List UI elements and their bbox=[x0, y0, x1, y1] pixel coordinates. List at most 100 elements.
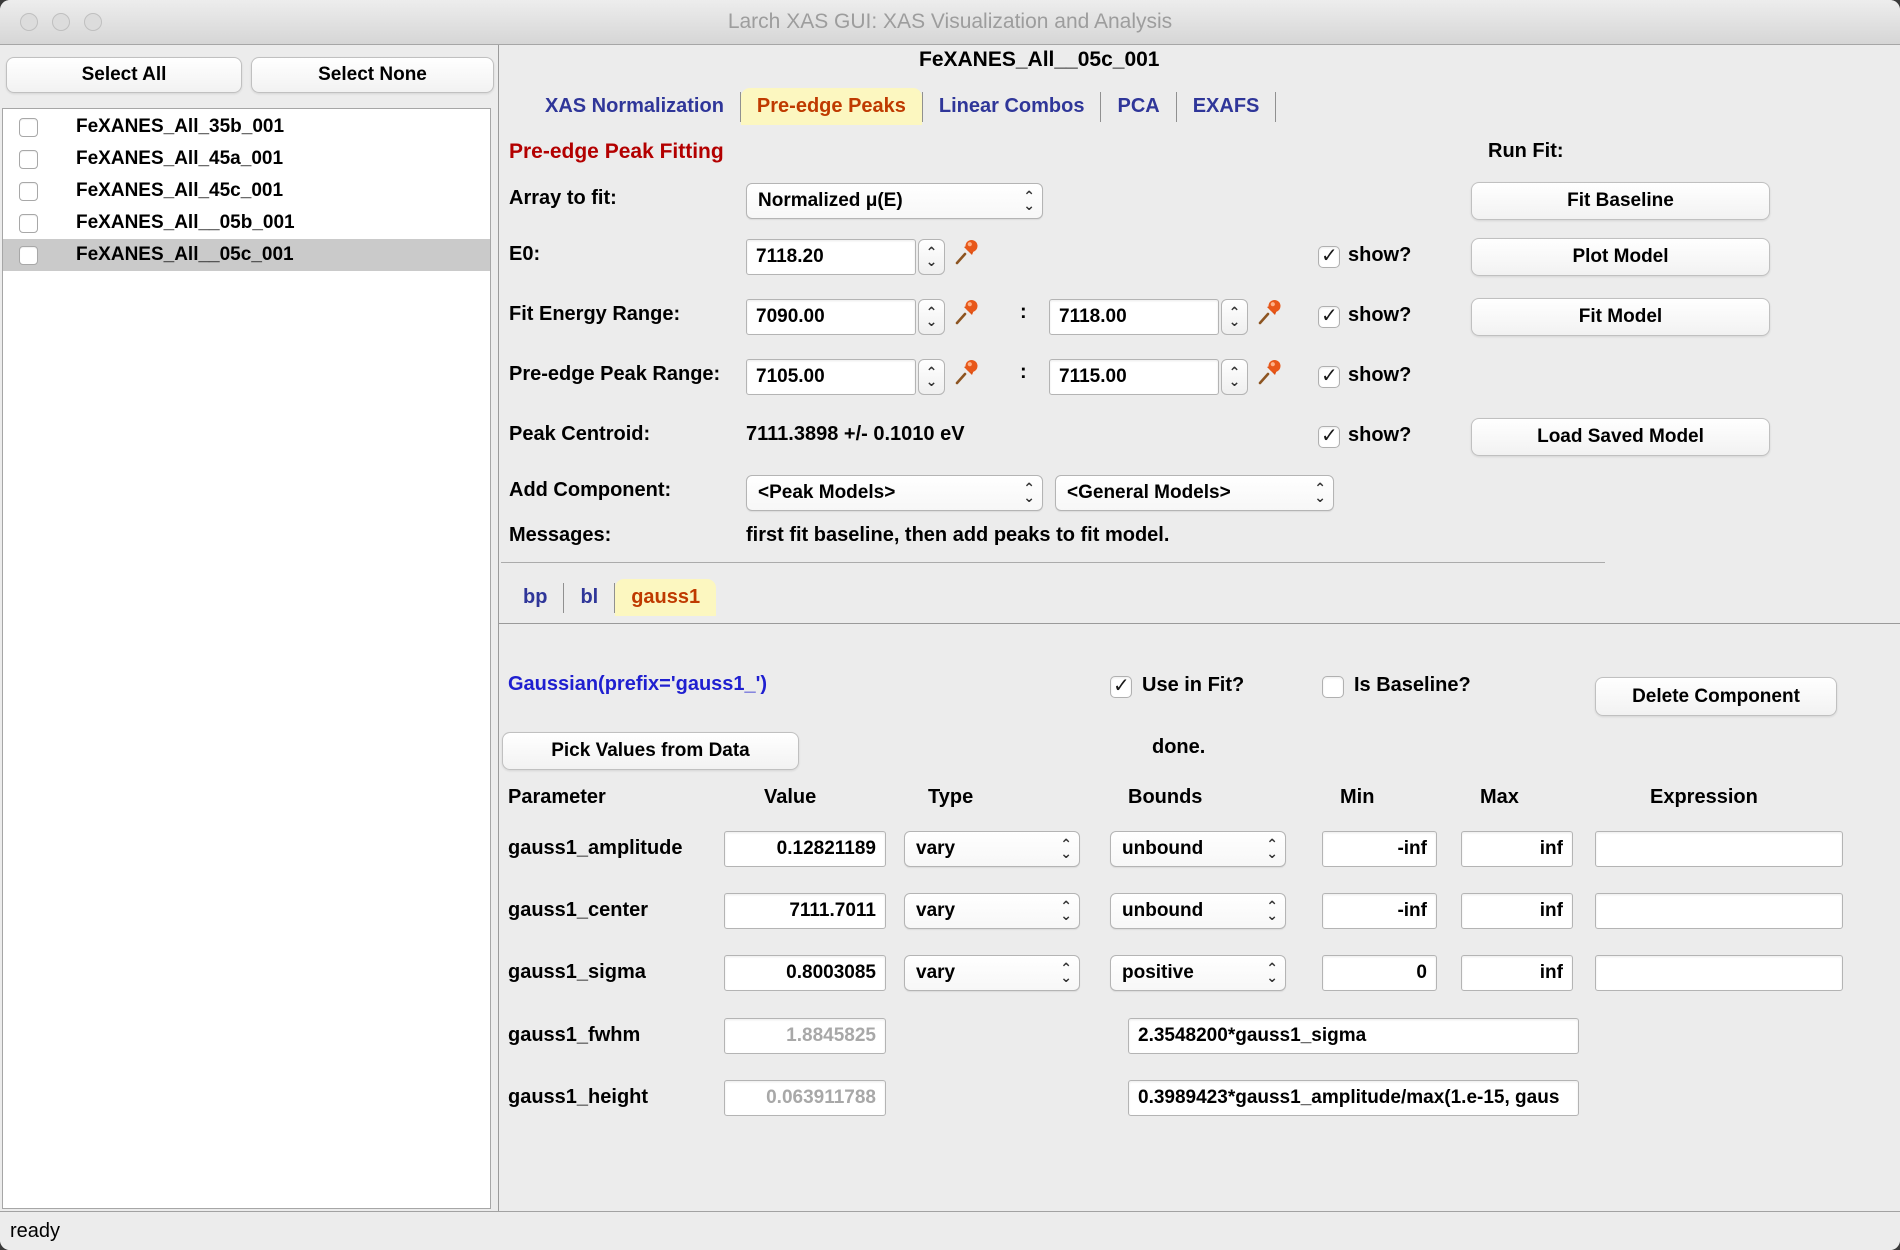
file-item[interactable]: FeXANES_All_35b_001 bbox=[3, 111, 490, 143]
file-checkbox[interactable] bbox=[19, 214, 38, 233]
sigma-expression-input[interactable] bbox=[1595, 955, 1843, 991]
pushpin-icon bbox=[1254, 296, 1286, 328]
fit-range-from-stepper[interactable]: ⌃⌄ bbox=[918, 299, 945, 335]
e0-stepper[interactable]: ⌃⌄ bbox=[918, 239, 945, 275]
height-expression-input[interactable]: 0.3989423*gauss1_amplitude/max(1.e-15, g… bbox=[1128, 1080, 1579, 1116]
show-label: show? bbox=[1348, 244, 1411, 267]
file-item[interactable]: FeXANES_All_45a_001 bbox=[3, 143, 490, 175]
file-item[interactable]: FeXANES_All__05b_001 bbox=[3, 207, 490, 239]
fit-range-from-input[interactable]: 7090.00 bbox=[746, 299, 916, 335]
section-title: Pre-edge Peak Fitting bbox=[509, 140, 724, 164]
peak-range-from-pin-button[interactable] bbox=[951, 356, 983, 388]
tab-xas-normalization[interactable]: XAS Normalization bbox=[529, 88, 740, 125]
file-checkbox[interactable] bbox=[19, 118, 38, 137]
select-none-button[interactable]: Select None bbox=[251, 57, 494, 93]
sigma-bounds-select[interactable]: positive ⌃⌄ bbox=[1110, 955, 1286, 991]
param-name: gauss1_height bbox=[508, 1086, 648, 1109]
use-in-fit-checkbox[interactable] bbox=[1110, 676, 1132, 698]
show-centroid-checkbox[interactable] bbox=[1318, 426, 1340, 448]
chevron-up-down-icon: ⌃⌄ bbox=[926, 368, 938, 386]
show-peak-range-checkbox[interactable] bbox=[1318, 366, 1340, 388]
peak-range-to-input[interactable]: 7115.00 bbox=[1049, 359, 1219, 395]
minimize-window-button[interactable] bbox=[52, 13, 70, 31]
selected-option: <Peak Models> bbox=[758, 482, 895, 504]
center-max-input[interactable]: inf bbox=[1461, 893, 1573, 929]
tab-pca[interactable]: PCA bbox=[1101, 88, 1175, 125]
button-label: Fit Model bbox=[1579, 306, 1662, 328]
show-fit-range-checkbox[interactable] bbox=[1318, 306, 1340, 328]
tab-pre-edge-peaks[interactable]: Pre-edge Peaks bbox=[741, 88, 922, 125]
peak-range-to-pin-button[interactable] bbox=[1254, 356, 1286, 388]
general-models-select[interactable]: <General Models> ⌃⌄ bbox=[1055, 475, 1334, 511]
file-checkbox[interactable] bbox=[19, 182, 38, 201]
sigma-max-input[interactable]: inf bbox=[1461, 955, 1573, 991]
tab-linear-combos[interactable]: Linear Combos bbox=[923, 88, 1101, 125]
file-checkbox[interactable] bbox=[19, 150, 38, 169]
centroid-value: 7111.3898 +/- 0.1010 eV bbox=[746, 423, 965, 446]
select-all-button[interactable]: Select All bbox=[6, 57, 242, 93]
fit-range-to-pin-button[interactable] bbox=[1254, 296, 1286, 328]
is-baseline-checkbox[interactable] bbox=[1322, 676, 1344, 698]
amplitude-min-input[interactable]: -inf bbox=[1322, 831, 1437, 867]
amplitude-max-input[interactable]: inf bbox=[1461, 831, 1573, 867]
center-min-input[interactable]: -inf bbox=[1322, 893, 1437, 929]
main-content: Select All Select None FeXANES_All_35b_0… bbox=[0, 45, 1900, 1211]
selected-option: vary bbox=[916, 900, 955, 922]
chevron-up-down-icon: ⌃⌄ bbox=[1060, 902, 1072, 920]
fit-range-to-stepper[interactable]: ⌃⌄ bbox=[1221, 299, 1248, 335]
subtab-bp[interactable]: bp bbox=[507, 579, 563, 616]
pick-values-button[interactable]: Pick Values from Data bbox=[502, 732, 799, 770]
load-saved-model-button[interactable]: Load Saved Model bbox=[1471, 418, 1770, 456]
delete-component-button[interactable]: Delete Component bbox=[1595, 677, 1837, 716]
close-window-button[interactable] bbox=[20, 13, 38, 31]
center-expression-input[interactable] bbox=[1595, 893, 1843, 929]
array-to-fit-select[interactable]: Normalized μ(E) ⌃⌄ bbox=[746, 183, 1043, 219]
amplitude-expression-input[interactable] bbox=[1595, 831, 1843, 867]
peak-range-to-stepper[interactable]: ⌃⌄ bbox=[1221, 359, 1248, 395]
chevron-up-down-icon: ⌃⌄ bbox=[1023, 192, 1035, 210]
fwhm-expression-input[interactable]: 2.3548200*gauss1_sigma bbox=[1128, 1018, 1579, 1054]
centroid-label: Peak Centroid: bbox=[509, 423, 650, 446]
file-checkbox[interactable] bbox=[19, 246, 38, 265]
amplitude-bounds-select[interactable]: unbound ⌃⌄ bbox=[1110, 831, 1286, 867]
button-label: Delete Component bbox=[1632, 686, 1800, 708]
button-label: Fit Baseline bbox=[1567, 190, 1674, 212]
plot-model-button[interactable]: Plot Model bbox=[1471, 238, 1770, 276]
file-name: FeXANES_All_45a_001 bbox=[76, 148, 283, 170]
center-bounds-select[interactable]: unbound ⌃⌄ bbox=[1110, 893, 1286, 929]
component-title: Gaussian(prefix='gauss1_') bbox=[508, 673, 767, 696]
e0-input[interactable]: 7118.20 bbox=[746, 239, 916, 275]
sigma-type-select[interactable]: vary ⌃⌄ bbox=[904, 955, 1080, 991]
file-panel: Select All Select None FeXANES_All_35b_0… bbox=[0, 45, 499, 1211]
sigma-min-input[interactable]: 0 bbox=[1322, 955, 1437, 991]
current-file-title: FeXANES_All__05c_001 bbox=[919, 48, 1160, 72]
zoom-window-button[interactable] bbox=[84, 13, 102, 31]
chevron-up-down-icon: ⌃⌄ bbox=[1266, 902, 1278, 920]
param-name: gauss1_center bbox=[508, 899, 648, 922]
center-value-input[interactable]: 7111.7011 bbox=[724, 893, 886, 929]
fit-model-button[interactable]: Fit Model bbox=[1471, 298, 1770, 336]
amplitude-value-input[interactable]: 0.12821189 bbox=[724, 831, 886, 867]
e0-pin-button[interactable] bbox=[951, 236, 983, 268]
show-e0-checkbox[interactable] bbox=[1318, 246, 1340, 268]
subtab-bl[interactable]: bl bbox=[564, 579, 614, 616]
peak-range-from-stepper[interactable]: ⌃⌄ bbox=[918, 359, 945, 395]
param-name: gauss1_sigma bbox=[508, 961, 646, 984]
peak-range-from-input[interactable]: 7105.00 bbox=[746, 359, 916, 395]
tab-exafs[interactable]: EXAFS bbox=[1177, 88, 1276, 125]
fit-baseline-button[interactable]: Fit Baseline bbox=[1471, 182, 1770, 220]
amplitude-type-select[interactable]: vary ⌃⌄ bbox=[904, 831, 1080, 867]
col-header-min: Min bbox=[1340, 786, 1374, 809]
file-item[interactable]: FeXANES_All_45c_001 bbox=[3, 175, 490, 207]
fit-range-to-input[interactable]: 7118.00 bbox=[1049, 299, 1219, 335]
sigma-value-input[interactable]: 0.8003085 bbox=[724, 955, 886, 991]
pushpin-icon bbox=[1254, 356, 1286, 388]
file-item-selected[interactable]: FeXANES_All__05c_001 bbox=[3, 239, 490, 271]
subtab-gauss1[interactable]: gauss1 bbox=[615, 579, 716, 616]
chevron-up-down-icon: ⌃⌄ bbox=[1314, 484, 1326, 502]
center-type-select[interactable]: vary ⌃⌄ bbox=[904, 893, 1080, 929]
pushpin-icon bbox=[951, 356, 983, 388]
peak-models-select[interactable]: <Peak Models> ⌃⌄ bbox=[746, 475, 1043, 511]
file-name: FeXANES_All_35b_001 bbox=[76, 116, 284, 138]
fit-range-from-pin-button[interactable] bbox=[951, 296, 983, 328]
